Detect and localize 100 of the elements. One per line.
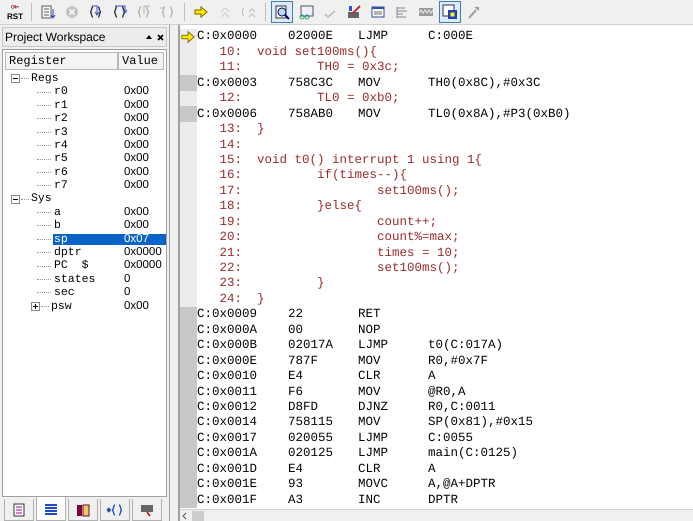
close-icon[interactable] bbox=[157, 34, 164, 40]
register-name[interactable]: sp bbox=[53, 234, 120, 246]
register-name[interactable]: r0 bbox=[53, 86, 69, 98]
instruction-mnemonic: RET bbox=[358, 308, 382, 321]
instruction-operand: A bbox=[428, 370, 436, 383]
register-name[interactable]: b bbox=[53, 220, 62, 232]
scrollbar-thumb[interactable] bbox=[192, 510, 204, 520]
register-name[interactable]: Sys bbox=[30, 193, 53, 205]
code-address: C:0x0009 bbox=[197, 308, 258, 321]
gutter-cell bbox=[180, 122, 197, 138]
instruction-operand: SP(0x81),#0x15 bbox=[428, 416, 534, 429]
source-line-number: 24: bbox=[218, 292, 242, 306]
instruction-operand: A bbox=[428, 462, 436, 476]
instruction-operand: TH0(0x8C),#0x3C bbox=[428, 76, 541, 90]
register-value: 0x00 bbox=[123, 140, 150, 152]
source-code-line: void t0() interrupt 1 using 1{ bbox=[257, 154, 482, 166]
code-address: C:0x0017 bbox=[197, 432, 258, 444]
opcode-bytes: E4 bbox=[288, 462, 304, 476]
reset-button[interactable]: RST bbox=[4, 1, 26, 23]
source-line-number: 23: bbox=[218, 277, 242, 290]
source-line-number: 13: bbox=[218, 123, 242, 136]
register-value: 0x00 bbox=[123, 206, 150, 218]
opcode-bytes: 758C3C bbox=[288, 76, 334, 90]
code-address: C:0x001A bbox=[197, 447, 258, 460]
source-code-line: set100ms(); bbox=[376, 262, 460, 275]
register-name[interactable]: r3 bbox=[53, 126, 69, 138]
collapse-icon[interactable] bbox=[11, 194, 20, 204]
source-line-number: 21: bbox=[218, 246, 242, 260]
code-address: C:0x0000 bbox=[197, 30, 258, 43]
instruction-mnemonic: LJMP bbox=[358, 30, 390, 43]
register-name[interactable]: r1 bbox=[53, 100, 69, 112]
register-name[interactable]: PC $ bbox=[53, 260, 90, 272]
source-code-line: }else{ bbox=[316, 200, 362, 213]
source-line-number: 10: bbox=[218, 46, 242, 58]
opcode-bytes: 758AB0 bbox=[288, 108, 334, 120]
register-name[interactable]: dptr bbox=[53, 247, 83, 259]
register-value: 0x00 bbox=[123, 86, 150, 98]
instruction-mnemonic: INC bbox=[358, 494, 382, 506]
source-code-line: } bbox=[257, 123, 265, 136]
instruction-operand: TL0(0x8A),#P3(0xB0) bbox=[428, 108, 571, 120]
instruction-mnemonic: LJMP bbox=[358, 339, 390, 352]
opcode-bytes: F6 bbox=[288, 386, 304, 398]
register-value: 0x00 bbox=[123, 126, 150, 138]
pin-icon[interactable] bbox=[146, 35, 152, 39]
instruction-mnemonic: MOV bbox=[358, 386, 382, 398]
code-address: C:0x000E bbox=[197, 354, 258, 368]
register-name[interactable]: states bbox=[53, 274, 96, 286]
register-name[interactable]: r6 bbox=[53, 166, 69, 178]
register-name[interactable]: r5 bbox=[53, 153, 69, 165]
code-address: C:0x000A bbox=[197, 324, 258, 336]
source-line-number: 12: bbox=[218, 92, 242, 105]
collapse-icon[interactable] bbox=[11, 74, 20, 84]
register-value: 0x00 bbox=[123, 113, 150, 125]
source-code-line: TH0 = 0x3c; bbox=[316, 61, 400, 74]
panel-tab[interactable] bbox=[4, 499, 34, 521]
opcode-bytes: 02000E bbox=[288, 30, 334, 43]
instruction-operand: main(C:0125) bbox=[428, 447, 518, 460]
panel-tab[interactable] bbox=[68, 499, 98, 521]
instruction-operand: C:000E bbox=[428, 30, 474, 43]
register-value: 0x00 bbox=[123, 100, 150, 112]
code-address: C:0x0006 bbox=[197, 108, 258, 120]
register-name[interactable]: r2 bbox=[53, 113, 69, 125]
column-header[interactable]: Register bbox=[5, 52, 118, 70]
panel-tab[interactable] bbox=[100, 499, 130, 521]
opcode-bytes: 758115 bbox=[288, 416, 334, 429]
instruction-operand: C:0055 bbox=[428, 432, 474, 444]
register-name[interactable]: r4 bbox=[53, 140, 69, 152]
register-name[interactable]: a bbox=[53, 206, 62, 218]
register-value: 0x00 bbox=[123, 153, 150, 165]
horizontal-scrollbar[interactable] bbox=[180, 509, 693, 521]
register-name[interactable]: psw bbox=[50, 300, 73, 312]
code-address: C:0x0010 bbox=[197, 370, 258, 383]
code-address: C:0x000B bbox=[197, 339, 258, 352]
panel-tab[interactable] bbox=[36, 497, 66, 521]
instruction-operand: DPTR bbox=[428, 494, 458, 506]
opcode-bytes: 787F bbox=[288, 354, 320, 368]
register-value: 0x0000 bbox=[123, 260, 163, 272]
source-line-number: 20: bbox=[218, 231, 242, 244]
register-name[interactable]: Regs bbox=[30, 72, 60, 84]
expand-icon[interactable] bbox=[31, 302, 40, 311]
code-address: C:0x0003 bbox=[197, 76, 258, 90]
source-line-number: 19: bbox=[218, 216, 242, 228]
register-value: 0x07 bbox=[120, 234, 166, 246]
instruction-operand: A,@A+DPTR bbox=[428, 478, 496, 491]
instruction-mnemonic: NOP bbox=[358, 324, 382, 336]
opcode-bytes: A3 bbox=[288, 494, 304, 506]
opcode-bytes: 020055 bbox=[288, 432, 334, 444]
column-header[interactable]: Value bbox=[118, 52, 164, 70]
register-name[interactable]: r7 bbox=[53, 180, 69, 192]
code-address: C:0x001E bbox=[197, 478, 258, 491]
instruction-mnemonic: LJMP bbox=[358, 432, 390, 444]
gutter-cell bbox=[180, 90, 197, 106]
register-name[interactable]: sec bbox=[53, 287, 76, 299]
gutter-cell bbox=[180, 291, 197, 307]
register-value: 0x00 bbox=[123, 220, 150, 232]
instruction-operand: R0,C:0011 bbox=[428, 400, 496, 414]
opcode-bytes: D8FD bbox=[288, 400, 320, 414]
instruction-operand: @R0,A bbox=[428, 386, 466, 398]
books-icon bbox=[75, 502, 91, 518]
source-line-number: 14: bbox=[218, 138, 242, 152]
